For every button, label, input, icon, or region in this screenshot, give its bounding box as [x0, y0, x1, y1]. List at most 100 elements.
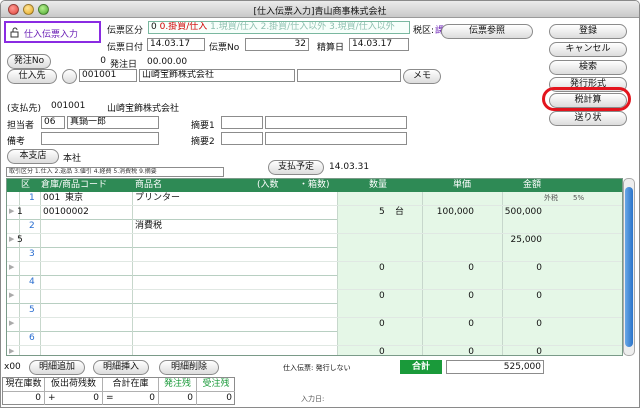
- table-row[interactable]: 4 ▶ 0 0 0: [7, 276, 622, 304]
- okurijo-button[interactable]: 送り状: [549, 111, 627, 126]
- tekiyou2-code-field[interactable]: [221, 132, 263, 145]
- shiiresaki-button[interactable]: 仕入先: [7, 69, 57, 84]
- row-top: 2 消費税: [7, 220, 622, 234]
- row-bottom: ▶ 5 25,000: [7, 234, 622, 248]
- tanka[interactable]: 0: [468, 318, 474, 331]
- denpyo-sansho-button[interactable]: 伝票参照: [441, 24, 533, 39]
- shiharai-yotei-button[interactable]: 支払予定: [268, 160, 324, 175]
- tantou-label: 担当者: [7, 121, 35, 131]
- tekiyou2-text-field[interactable]: [265, 132, 407, 145]
- kingaku[interactable]: 0: [536, 318, 542, 331]
- honshiten-value: 本社: [63, 154, 82, 164]
- row-bottom: ▶ 1 00100002 5 台 100,000 500,000: [7, 206, 622, 220]
- tanka[interactable]: 0: [468, 290, 474, 303]
- table-row[interactable]: 2 消費税 ▶ 5 25,000: [7, 220, 622, 248]
- table-row[interactable]: 5 ▶ 0 0 0: [7, 304, 622, 332]
- kingaku[interactable]: 0: [536, 346, 542, 355]
- header-hako: ・箱数): [299, 180, 330, 190]
- suryo[interactable]: 0: [379, 346, 385, 355]
- kensaku-button[interactable]: 検索: [549, 60, 627, 75]
- shohin-name[interactable]: 消費税: [135, 220, 162, 233]
- row-selector-icon[interactable]: ▶: [9, 263, 14, 271]
- seisan-date-field[interactable]: 14.03.17: [349, 38, 409, 51]
- shohin-code[interactable]: 00100002: [43, 206, 89, 219]
- kingaku[interactable]: 500,000: [505, 206, 542, 219]
- denpyo-no-field[interactable]: 32: [245, 38, 309, 51]
- tantou-code-field[interactable]: 06: [41, 116, 65, 129]
- zeiku-label: 税区:: [413, 26, 435, 36]
- denpyo-date-field[interactable]: 14.03.17: [147, 38, 205, 51]
- row-bottom: ▶ 0 0 0: [7, 346, 622, 355]
- x00-label: x00: [4, 362, 21, 372]
- header-ku: 区: [21, 180, 31, 190]
- tanka[interactable]: 0: [468, 262, 474, 275]
- touroku-button[interactable]: 登録: [549, 24, 627, 39]
- grid-scrollbar[interactable]: [623, 178, 635, 356]
- zei-rate: 5%: [573, 194, 585, 202]
- meisai-sonyu-button[interactable]: 明細挿入: [93, 360, 149, 375]
- memo-button[interactable]: メモ: [403, 69, 441, 84]
- row-selector-icon[interactable]: ▶: [9, 319, 14, 327]
- row-selector-icon[interactable]: ▶: [9, 347, 14, 355]
- seisan-date-label: 精算日: [317, 43, 345, 53]
- row-selector-icon[interactable]: ▶: [9, 207, 14, 215]
- torihiki-kubun[interactable]: 5: [17, 234, 23, 247]
- shiiresaki-extra-field[interactable]: [297, 69, 401, 82]
- kingaku[interactable]: 0: [536, 262, 542, 275]
- souko-code[interactable]: 001: [43, 192, 60, 205]
- hakko-status: 仕入伝票: 発行しない: [283, 364, 351, 372]
- meisai-sakujo-button[interactable]: 明細削除: [159, 360, 219, 375]
- hacchu-date-value: 00.00.00: [147, 57, 188, 67]
- table-row[interactable]: 6 ▶ 0 0 0: [7, 332, 622, 355]
- shohin-name[interactable]: プリンター: [135, 192, 180, 205]
- cancel-button[interactable]: キャンセル: [549, 42, 627, 57]
- title-bar[interactable]: [仕入伝票入力]青山商事株式会社: [1, 1, 639, 18]
- header-souko: 倉庫/商品コード: [41, 180, 108, 190]
- tanka[interactable]: 100,000: [437, 206, 474, 219]
- header-tanka: 単価: [453, 180, 472, 190]
- hacchu-no-button[interactable]: 発注No: [7, 54, 51, 69]
- suryo[interactable]: 0: [379, 318, 385, 331]
- genzai-value: 0: [3, 392, 45, 405]
- suryo[interactable]: 0: [379, 262, 385, 275]
- row-selector-icon[interactable]: ▶: [9, 291, 14, 299]
- shiiresaki-name-field[interactable]: 山崎宝飾株式会社: [139, 69, 295, 82]
- denpyo-kubun-options: 1.現買/仕入 2.掛買/仕入以外 3.現買/仕入以外: [210, 22, 395, 32]
- kingaku[interactable]: 0: [536, 290, 542, 303]
- meisai-grid: 区 倉庫/商品コード 商品名 (入数 ・箱数) 数量 単価 金額 1 001 東京プ…: [6, 178, 623, 356]
- shiiresaki-code-field[interactable]: 001001: [79, 69, 137, 82]
- highlight-oval: [542, 87, 631, 111]
- meisai-tsuika-button[interactable]: 明細追加: [29, 360, 85, 375]
- stock-summary: 現在庫数 仮出荷残数 合計在庫 発注残 受注残 0 + 0 = 0 0 0: [2, 377, 235, 405]
- kari-value: + 0: [45, 392, 103, 405]
- suryo[interactable]: 5: [379, 206, 385, 219]
- kingaku[interactable]: 25,000: [511, 234, 543, 247]
- row-top: 3: [7, 248, 622, 262]
- goukei-zaiko-value: = 0: [103, 392, 159, 405]
- tekiyou1-code-field[interactable]: [221, 116, 263, 129]
- denpyo-kubun-field[interactable]: 0 0.掛買/仕入 1.現買/仕入 2.掛買/仕入以外 3.現買/仕入以外: [148, 21, 410, 34]
- mode-label: 仕入伝票入力: [24, 30, 79, 40]
- suryo[interactable]: 0: [379, 290, 385, 303]
- equal-sign: =: [106, 393, 114, 403]
- unlock-icon: [10, 27, 19, 38]
- tekiyou1-text-field[interactable]: [265, 116, 407, 129]
- row-top: 4: [7, 276, 622, 290]
- tanka[interactable]: 0: [468, 346, 474, 355]
- honshiten-button[interactable]: 本支店: [7, 149, 59, 164]
- row-selector-icon[interactable]: ▶: [9, 235, 14, 243]
- goukei-zaiko-label: 合計在庫: [103, 378, 159, 392]
- row-number: 5: [29, 305, 35, 315]
- bikou-field[interactable]: [41, 132, 159, 145]
- table-row[interactable]: 3 ▶ 0 0 0: [7, 248, 622, 276]
- app-window: [仕入伝票入力]青山商事株式会社 仕入伝票入力 伝票区分 0 0.掛買/仕入 1…: [0, 0, 640, 408]
- souko-name[interactable]: 東京: [65, 192, 83, 205]
- juchu-zan-value: 0: [226, 393, 232, 403]
- table-row[interactable]: 1 001 東京 プリンター ▶ 1 00100002 5 台 100,000 500,000 外税 5…: [7, 192, 622, 220]
- shiiresaki-option-button[interactable]: [62, 69, 77, 84]
- torihiki-kubun[interactable]: 1: [17, 206, 23, 219]
- scrollbar-thumb[interactable]: [625, 187, 633, 347]
- zei-label: 外税: [544, 194, 558, 202]
- tantou-name-field[interactable]: 真鍋一郎: [67, 116, 159, 129]
- hacchu-no-field[interactable]: 0: [53, 55, 109, 68]
